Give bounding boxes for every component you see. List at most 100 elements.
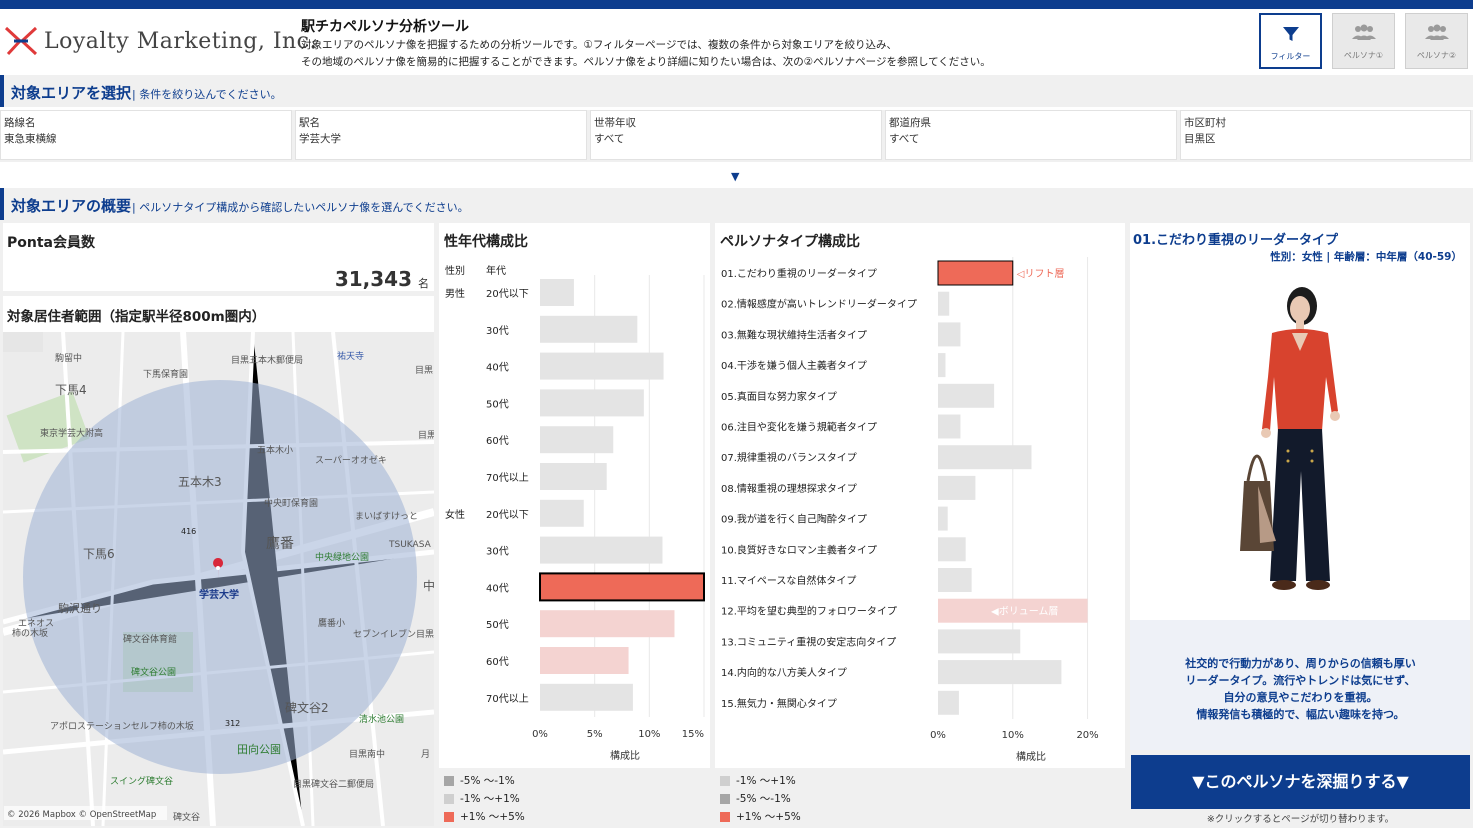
nav-persona1-button[interactable]: ペルソナ① bbox=[1332, 13, 1395, 69]
tool-description-line: 対象エリアのペルソナ像を把握するための分析ツールです。①フィルターページでは、複… bbox=[301, 39, 897, 51]
legend-item: -1% 〜+1% bbox=[720, 773, 796, 788]
nav-persona2-button[interactable]: ペルソナ② bbox=[1405, 13, 1468, 69]
legend-swatch bbox=[444, 775, 454, 786]
legend-swatch bbox=[720, 775, 730, 786]
map-label: エネオス bbox=[18, 618, 54, 629]
map-label: 月 bbox=[421, 749, 430, 760]
filter-prefecture[interactable]: 都道府県 すべて bbox=[885, 110, 1177, 160]
filter-line[interactable]: 路線名 東急東横線 bbox=[0, 110, 292, 160]
legend-label: +1% 〜+5% bbox=[736, 811, 801, 823]
persona-illustration bbox=[1240, 287, 1340, 590]
map-label: 柿の木坂 bbox=[12, 627, 48, 639]
legend-label: -1% 〜+1% bbox=[460, 793, 520, 805]
deep-dive-button[interactable]: ▼このペルソナを深掘りする▼ bbox=[1131, 755, 1470, 809]
y-tick-label: 10.良質好きなロマン主義者タイプ bbox=[721, 543, 877, 556]
section-accent bbox=[0, 188, 4, 220]
nav-filter-label: フィルター bbox=[1270, 52, 1311, 61]
map-station-label: 学芸大学 bbox=[199, 588, 239, 601]
area-map[interactable]: 学芸大学 駒留中 下馬保育園 目黒五本木郵便局 祐天寺 目黒 下馬4 東京学芸大… bbox=[3, 332, 434, 826]
bar bbox=[938, 660, 1062, 685]
y-tick-label: 06.注目や変化を嫌う規範者タイプ bbox=[721, 421, 877, 434]
top-accent-bar bbox=[0, 0, 1473, 9]
map-label: 清水池公園 bbox=[359, 713, 404, 725]
map-label: 碑文谷 bbox=[173, 811, 200, 823]
filter-value[interactable]: 目黒区 bbox=[1184, 131, 1216, 146]
map-label: 目黒中央 bbox=[418, 429, 434, 441]
filter-label: 都道府県 bbox=[889, 117, 931, 129]
ponta-member-count: 31,343 bbox=[334, 267, 412, 291]
y-tick-label: 07.規律重視のバランスタイプ bbox=[721, 451, 857, 464]
bar bbox=[540, 536, 663, 564]
filter-label: 路線名 bbox=[4, 117, 36, 129]
map-label: 駒沢通り bbox=[58, 601, 102, 615]
section-subtitle: | 条件を絞り込んでください。 bbox=[132, 88, 282, 101]
y-tick-label: 14.内向的な八方美人タイプ bbox=[721, 666, 847, 679]
logo-text: Loyalty Marketing, Inc. bbox=[44, 28, 317, 54]
ponta-unit: 名 bbox=[418, 277, 429, 290]
y-tick-label: 04.干渉を嫌う個人主義者タイプ bbox=[721, 359, 867, 372]
y-tick-label: 11.マイペースな自然体タイプ bbox=[721, 574, 856, 587]
filter-value[interactable]: すべて bbox=[889, 131, 919, 146]
app-header: Loyalty Marketing, Inc. 駅チカペルソナ分析ツール 対象エ… bbox=[0, 9, 1473, 75]
map-label: 碑文谷2 bbox=[285, 700, 329, 715]
map-label: 下馬保育園 bbox=[143, 368, 188, 380]
bar bbox=[938, 414, 961, 439]
y-tick-label: 20代以下 bbox=[486, 509, 529, 521]
map-label: 碑文谷体育館 bbox=[123, 633, 177, 645]
bar bbox=[540, 279, 574, 306]
filter-value[interactable]: すべて bbox=[594, 131, 624, 146]
x-tick-label: 20% bbox=[1076, 730, 1098, 741]
nav-filter-button[interactable]: フィルター bbox=[1259, 13, 1322, 69]
x-tick-label: 0% bbox=[930, 730, 946, 741]
persona-detail-card: 01.こだわり重視のリーダータイプ 性別：女性 | 年齢層：中年層（40-59） bbox=[1130, 223, 1470, 620]
legend-swatch bbox=[720, 811, 730, 822]
legend-item: -5% 〜-1% bbox=[444, 773, 515, 788]
nav-persona2-label: ペルソナ② bbox=[1416, 51, 1457, 60]
ponta-card: Ponta会員数 31,343 名 bbox=[3, 223, 434, 291]
map-label: 目黒南中 bbox=[349, 748, 385, 760]
filter-income[interactable]: 世帯年収 すべて bbox=[590, 110, 882, 160]
y-tick-label: 60代 bbox=[486, 656, 509, 668]
section-area-overview: 対象エリアの概要 | ペルソナタイプ構成から確認したいペルソナ像を選んでください… bbox=[0, 188, 1473, 220]
nav-persona1-label: ペルソナ① bbox=[1343, 51, 1384, 60]
map-label: 駒留中 bbox=[55, 352, 82, 364]
persona-bar-chart[interactable]: 0% 10% 20% 構成比 01.こだわり重視のリーダータイプ 02.情報感度が高いトレ… bbox=[715, 257, 1125, 768]
legend-item: +1% 〜+5% bbox=[720, 809, 801, 824]
filter-label: 駅名 bbox=[299, 117, 320, 129]
bar bbox=[938, 690, 959, 715]
y-tick-label: 20代以下 bbox=[486, 288, 529, 300]
map-label: 五本木3 bbox=[178, 475, 222, 489]
bar bbox=[540, 315, 638, 343]
bar bbox=[540, 389, 644, 417]
map-label: 中央町保育園 bbox=[264, 497, 318, 509]
bar bbox=[938, 291, 950, 316]
age-chart-title: 性年代構成比 bbox=[444, 234, 528, 250]
persona-description-line: リーダータイプ。流行やトレンドは気にせず、 bbox=[1185, 674, 1416, 687]
x-tick-label: 10% bbox=[1002, 730, 1024, 741]
bar bbox=[540, 683, 633, 711]
map-label: まいばすけっと bbox=[355, 511, 418, 522]
y-tick-label: 70代以上 bbox=[486, 472, 529, 484]
filter-value[interactable]: 東急東横線 bbox=[4, 131, 57, 146]
map-label: 中 bbox=[423, 578, 434, 593]
persona-title: 01.こだわり重視のリーダータイプ bbox=[1133, 233, 1339, 248]
y-tick-label: 60代 bbox=[486, 435, 509, 447]
y-tick-label: 50代 bbox=[486, 619, 509, 631]
map-label: 中央緑地公園 bbox=[315, 551, 369, 563]
map-label: 目黒 bbox=[415, 365, 433, 376]
legend-label: -5% 〜-1% bbox=[736, 793, 791, 805]
persona-chart-card: ペルソナタイプ構成比 0% 10% 20% 構成比 01.こだわり重視のリーダータイプ 0… bbox=[715, 223, 1125, 768]
expand-arrow-icon[interactable]: ▼ bbox=[731, 170, 739, 183]
age-legend: -5% 〜-1% -1% 〜+1% +1% 〜+5% bbox=[439, 771, 710, 826]
y-tick-label: 40代 bbox=[486, 362, 509, 374]
filter-station[interactable]: 駅名 学芸大学 bbox=[295, 110, 587, 160]
y-tick-label: 15.無気力・無関心タイプ bbox=[721, 697, 837, 710]
map-label: 312 bbox=[225, 719, 240, 728]
filter-value[interactable]: 学芸大学 bbox=[299, 131, 341, 146]
x-tick-label: 5% bbox=[587, 729, 603, 740]
y-tick-label: 30代 bbox=[486, 325, 509, 337]
filter-city[interactable]: 市区町村 目黒区 bbox=[1180, 110, 1471, 160]
bar bbox=[938, 445, 1032, 470]
filter-label: 世帯年収 bbox=[594, 117, 636, 129]
age-bar-chart[interactable]: 0% 5% 10% 15% 構成比 20代以下 30代 40代 50代 60代 70代以上 20代以下… bbox=[439, 275, 710, 768]
